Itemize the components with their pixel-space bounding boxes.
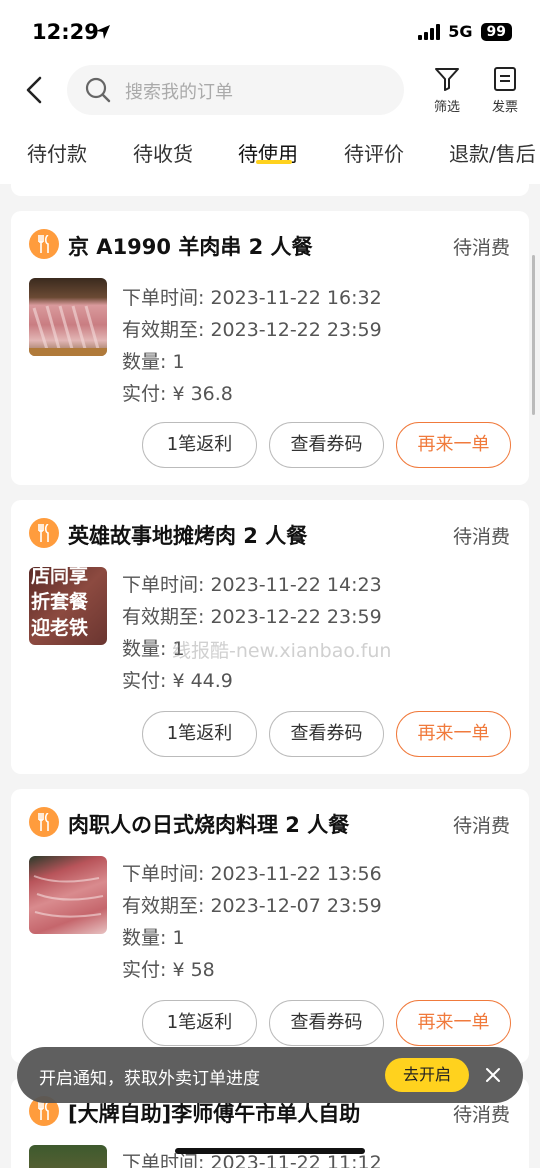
tab-pending-review[interactable]: 待评价 xyxy=(344,138,404,167)
shop-icon xyxy=(29,518,59,548)
rebate-button[interactable]: 1笔返利 xyxy=(142,1000,257,1046)
order-status: 待消费 xyxy=(452,1104,510,1126)
header: 搜索我的订单 筛选 发票 xyxy=(0,64,540,122)
paid-amount: 实付: ¥ 44.9 xyxy=(122,670,233,692)
order-status: 待消费 xyxy=(452,237,510,259)
home-indicator xyxy=(175,1148,365,1154)
notification-toast: 开启通知，获取外卖订单进度 去开启 xyxy=(17,1047,523,1103)
shop-name[interactable]: 英雄故事地摊烤肉 2 人餐 xyxy=(68,520,307,550)
battery-level: 99 xyxy=(480,22,512,41)
rebate-button[interactable]: 1笔返利 xyxy=(142,422,257,468)
product-thumbnail[interactable] xyxy=(29,1145,107,1168)
invoice-icon xyxy=(494,67,516,91)
valid-until: 有效期至: 2023-12-22 23:59 xyxy=(122,606,382,628)
shop-icon xyxy=(29,807,59,837)
search-input[interactable]: 搜索我的订单 xyxy=(67,65,404,115)
search-icon xyxy=(85,77,111,103)
location-arrow-icon xyxy=(96,25,110,39)
product-thumbnail[interactable] xyxy=(29,278,107,356)
back-icon[interactable] xyxy=(20,74,50,106)
tab-pending-delivery[interactable]: 待收货 xyxy=(133,138,193,167)
close-icon[interactable] xyxy=(483,1065,503,1085)
view-voucher-button[interactable]: 查看券码 xyxy=(269,422,384,468)
search-placeholder: 搜索我的订单 xyxy=(125,82,233,103)
thumbnail-text-line: 折套餐 xyxy=(31,591,89,613)
order-status: 待消费 xyxy=(452,526,510,548)
watermark-text: 线报酷-new.xianbao.fun xyxy=(172,640,392,662)
status-bar: 12:29 5G 99 xyxy=(0,0,540,64)
thumbnail-text-line: 迎老铁 xyxy=(31,617,89,639)
quantity: 数量: 1 xyxy=(122,927,185,949)
filter-label: 筛选 xyxy=(433,100,460,115)
shop-name[interactable]: 京 A1990 羊肉串 2 人餐 xyxy=(68,231,313,261)
tab-pending-payment[interactable]: 待付款 xyxy=(27,138,87,167)
order-status: 待消费 xyxy=(452,815,510,837)
reorder-button[interactable]: 再来一单 xyxy=(396,1000,511,1046)
valid-until: 有效期至: 2023-12-22 23:59 xyxy=(122,319,382,341)
order-card[interactable]: 京 A1990 羊肉串 2 人餐 待消费 下单时间: 2023-11-22 16… xyxy=(11,211,529,485)
tab-refund[interactable]: 退款/售后 xyxy=(449,138,536,167)
toast-message: 开启通知，获取外卖订单进度 xyxy=(39,1069,260,1089)
rebate-button[interactable]: 1笔返利 xyxy=(142,711,257,757)
product-thumbnail[interactable] xyxy=(29,856,107,934)
order-time: 下单时间: 2023-11-22 14:23 xyxy=(122,574,382,596)
invoice-button[interactable]: 发票 xyxy=(483,66,527,115)
status-time: 12:29 xyxy=(32,20,99,44)
order-time: 下单时间: 2023-11-22 16:32 xyxy=(122,287,382,309)
scrollbar[interactable] xyxy=(532,255,535,415)
product-thumbnail[interactable]: 店同享 折套餐 迎老铁 xyxy=(29,567,107,645)
network-type: 5G xyxy=(448,22,473,41)
reorder-button[interactable]: 再来一单 xyxy=(396,422,511,468)
shop-name[interactable]: 肉职人の日式烧肉料理 2 人餐 xyxy=(68,809,349,839)
order-card[interactable]: 肉职人の日式烧肉料理 2 人餐 待消费 下单时间: 2023-11-22 13:… xyxy=(11,789,529,1063)
view-voucher-button[interactable]: 查看券码 xyxy=(269,711,384,757)
signal-icon xyxy=(418,23,441,40)
view-voucher-button[interactable]: 查看券码 xyxy=(269,1000,384,1046)
filter-icon xyxy=(435,68,459,91)
active-tab-indicator xyxy=(256,160,292,164)
quantity: 数量: 1 xyxy=(122,351,185,373)
shop-icon xyxy=(29,229,59,259)
invoice-label: 发票 xyxy=(491,100,518,115)
filter-button[interactable]: 筛选 xyxy=(425,66,469,115)
enable-notification-button[interactable]: 去开启 xyxy=(385,1058,469,1092)
valid-until: 有效期至: 2023-12-07 23:59 xyxy=(122,895,382,917)
order-time: 下单时间: 2023-11-22 13:56 xyxy=(122,863,382,885)
status-indicators: 5G 99 xyxy=(418,22,512,41)
paid-amount: 实付: ¥ 58 xyxy=(122,959,215,981)
previous-order-card xyxy=(11,184,529,196)
order-tabs: 待付款 待收货 待使用 待评价 退款/售后 xyxy=(0,122,540,184)
thumbnail-text-line: 店同享 xyxy=(31,567,89,587)
reorder-button[interactable]: 再来一单 xyxy=(396,711,511,757)
paid-amount: 实付: ¥ 36.8 xyxy=(122,383,233,405)
